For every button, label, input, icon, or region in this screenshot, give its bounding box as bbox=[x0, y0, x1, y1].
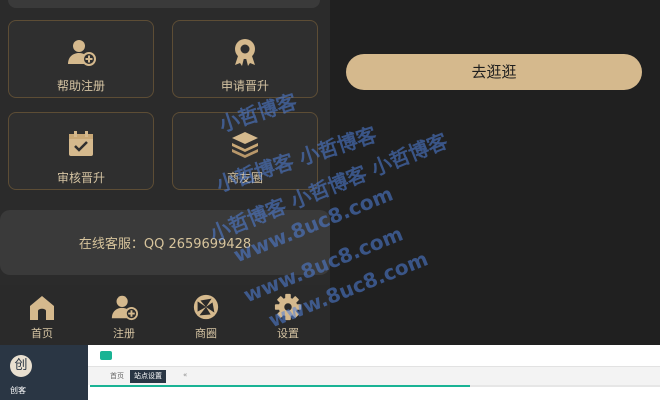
admin-sidebar: 创 创客 bbox=[0, 345, 88, 400]
nav-label: 注册 bbox=[113, 327, 135, 340]
tile-apply-promotion[interactable]: 申请晋升 bbox=[172, 20, 318, 98]
tile-label: 帮助注册 bbox=[56, 79, 105, 93]
tile-review-promotion[interactable]: 审核晋升 bbox=[8, 112, 154, 190]
nav-register[interactable]: 注册 bbox=[94, 289, 154, 343]
tile-label: 申请晋升 bbox=[220, 79, 269, 93]
nav-home[interactable]: 首页 bbox=[12, 289, 72, 343]
top-card-edge bbox=[8, 0, 320, 8]
admin-tabbar: « 首页 站点设置 bbox=[88, 366, 660, 385]
menu-toggle-button[interactable] bbox=[100, 351, 112, 360]
user-add-icon bbox=[111, 295, 138, 321]
nav-label: 设置 bbox=[277, 327, 299, 340]
aperture-icon bbox=[193, 294, 219, 320]
tab-home[interactable]: 首页 bbox=[106, 370, 128, 383]
tile-label: 审核晋升 bbox=[56, 171, 105, 185]
nav-business[interactable]: 商圈 bbox=[176, 289, 236, 343]
admin-screenshot: 创 创客 « 首页 站点设置 bbox=[0, 345, 660, 400]
nav-label: 首页 bbox=[31, 327, 53, 340]
go-shopping-button[interactable]: 去逛逛 bbox=[346, 54, 642, 90]
progress-line bbox=[90, 385, 470, 387]
tab-back-icon[interactable]: « bbox=[183, 371, 187, 379]
tile-help-register[interactable]: 帮助注册 bbox=[8, 20, 154, 98]
nav-label: 商圈 bbox=[195, 327, 217, 340]
admin-brand: 创客 bbox=[10, 386, 26, 395]
home-icon bbox=[30, 296, 54, 320]
user-add-icon bbox=[68, 40, 96, 66]
tab-site-settings[interactable]: 站点设置 bbox=[130, 370, 166, 383]
calendar-check-icon bbox=[69, 131, 93, 156]
award-badge-icon bbox=[235, 39, 255, 66]
admin-logo: 创 bbox=[10, 355, 32, 377]
progress-track bbox=[470, 385, 660, 387]
